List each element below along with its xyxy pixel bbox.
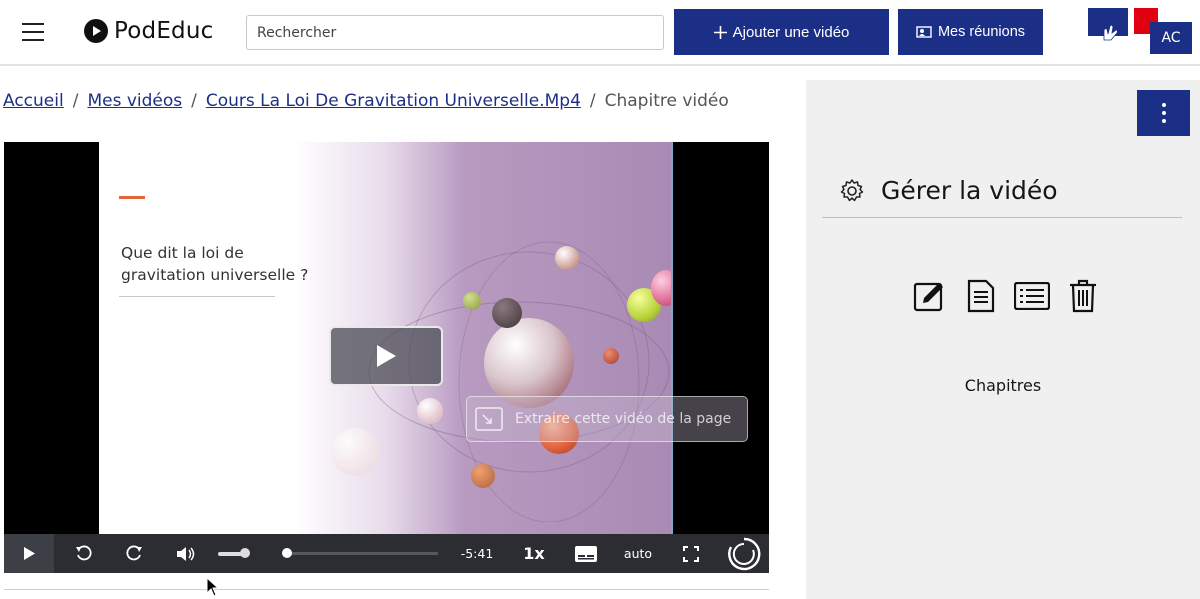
sphere-olive [463,292,481,310]
fullscreen-button[interactable] [674,534,708,573]
meetings-label: Mes réunions [937,24,1026,40]
breadcrumb-home[interactable]: Accueil [3,91,64,111]
playback-rate-button[interactable]: 1x [514,534,554,573]
forward-icon [126,545,142,560]
video-player[interactable]: Que dit la loi de gravitation universell… [4,142,769,573]
big-play-button[interactable] [329,326,443,386]
slide-accent-bar [119,196,145,199]
meeting-icon [916,26,932,38]
sphere-red [603,348,619,364]
menu-icon[interactable] [22,23,44,43]
play-logo-icon [84,19,108,43]
playback-rate-text: 1x [523,544,545,563]
breadcrumb-separator: / [589,91,596,111]
side-panel: Gérer la vidéo Chapitres [806,80,1200,599]
slide-title-line2: gravitation universelle ? [121,266,309,284]
volume-icon [177,546,195,561]
dot-icon [1161,111,1166,115]
chapters-label: Chapitres [964,376,1042,395]
progress-handle[interactable] [282,548,292,558]
logo-text: PodEduc [114,18,214,44]
fullscreen-icon [683,545,699,562]
pip-icon [475,407,503,431]
trash-icon [1070,279,1096,313]
time-remaining-text: -5:41 [460,546,494,561]
delete-button[interactable] [1065,278,1101,314]
loading-icon [728,537,761,570]
add-video-button[interactable]: Ajouter une vidéo [674,9,889,55]
forward-button[interactable] [116,534,152,573]
slide-title-line1: Que dit la loi de [121,244,244,262]
manage-video-heading: Gérer la vidéo [839,176,1058,205]
dot-icon [1161,103,1166,107]
heading-divider [822,217,1182,218]
add-video-label: Ajouter une vidéo [732,23,850,41]
manage-video-title: Gérer la vidéo [881,176,1058,205]
slide-divider [119,296,275,297]
spinner-logo [722,534,766,573]
slide-title: Que dit la loi de gravitation universell… [121,242,308,286]
document-icon [967,279,995,313]
volume-slider-handle[interactable] [240,548,250,558]
sphere-dark [492,298,522,328]
volume-button[interactable] [168,534,204,573]
plus-icon [713,25,727,39]
player-controls: -5:41 1x auto [4,534,769,573]
document-button[interactable] [963,278,999,314]
frame-edge [671,142,673,534]
quality-button[interactable]: auto [616,534,660,573]
search-input[interactable] [246,15,664,50]
sphere-brown [471,464,495,488]
top-header: PodEduc Ajouter une vidéo Mes réunions A… [0,0,1200,66]
hand-icon [1098,20,1122,48]
pip-label: Extraire cette vidéo de la page [515,411,732,427]
sphere-faint [331,428,379,476]
play-icon [377,345,396,367]
sphere-pale [417,398,443,424]
edit-icon [913,282,943,312]
rewind-icon [76,545,92,560]
progress-bar[interactable] [284,552,438,555]
chapters-list-button[interactable] [1014,278,1050,314]
subtitles-icon [575,545,597,562]
dot-icon [1161,119,1166,123]
breadcrumb-video[interactable]: Cours La Loi De Gravitation Universelle.… [206,91,581,111]
breadcrumb-my-videos[interactable]: Mes vidéos [87,91,182,111]
list-icon [1014,282,1050,310]
breadcrumb-separator: / [72,91,79,111]
rewind-button[interactable] [66,534,102,573]
time-remaining: -5:41 [452,534,502,573]
play-icon [23,547,35,560]
sphere-small [555,246,579,270]
more-options-button[interactable] [1137,90,1190,136]
breadcrumb-separator: / [191,91,197,111]
quality-text: auto [623,546,653,561]
breadcrumb: Accueil / Mes vidéos / Cours La Loi De G… [3,91,729,111]
picture-in-picture-button[interactable]: Extraire cette vidéo de la page [466,396,748,442]
edit-button[interactable] [912,278,948,314]
user-avatar[interactable]: AC [1150,22,1192,54]
breadcrumb-current: Chapitre vidéo [604,91,729,111]
sphere-large [484,318,574,408]
user-menu[interactable]: AC [1088,8,1192,54]
mouse-cursor-icon [206,577,220,597]
content-divider [4,589,769,590]
video-tools [912,278,1116,314]
subtitles-button[interactable] [568,534,604,573]
logo[interactable]: PodEduc [84,18,213,44]
gear-icon [840,178,864,201]
meetings-button[interactable]: Mes réunions [898,9,1043,55]
play-button[interactable] [4,534,54,573]
